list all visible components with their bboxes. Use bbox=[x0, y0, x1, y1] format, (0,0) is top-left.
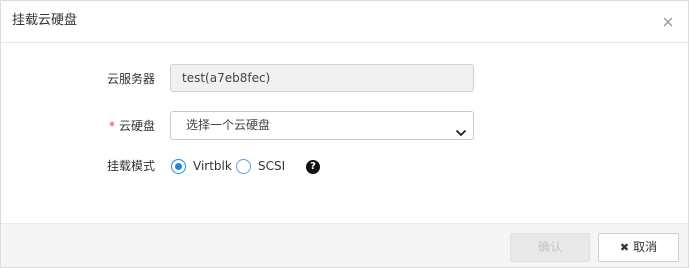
radio-scsi[interactable] bbox=[236, 159, 251, 174]
close-x-icon: ✖ bbox=[619, 241, 630, 254]
radio-virtblk-label[interactable]: Virtblk bbox=[193, 151, 232, 181]
cancel-button[interactable]: ✖ 取消 bbox=[598, 233, 679, 262]
dialog-footer: 确认 ✖ 取消 bbox=[1, 223, 688, 267]
disk-label-text: 云硬盘 bbox=[118, 119, 155, 133]
server-field: test(a7eb8fec) bbox=[170, 64, 474, 92]
disk-row: * 云硬盘 选择一个云硬盘 bbox=[1, 111, 688, 141]
mode-row: 挂载模式 Virtblk SCSI ? bbox=[1, 151, 688, 181]
server-row: 云服务器 test(a7eb8fec) bbox=[1, 64, 688, 94]
disk-select[interactable]: 选择一个云硬盘 bbox=[170, 111, 474, 140]
cancel-label: 取消 bbox=[633, 240, 658, 254]
mount-disk-dialog: 挂载云硬盘 云服务器 test(a7eb8fec) * 云硬盘 选择一个云硬盘 挂… bbox=[0, 0, 689, 268]
close-icon[interactable] bbox=[661, 15, 675, 29]
disk-select-placeholder: 选择一个云硬盘 bbox=[186, 118, 271, 132]
dialog-header: 挂载云硬盘 bbox=[1, 1, 688, 43]
chevron-down-icon bbox=[455, 121, 467, 137]
confirm-button[interactable]: 确认 bbox=[510, 233, 590, 262]
disk-label: * 云硬盘 bbox=[109, 111, 155, 141]
radio-scsi-label[interactable]: SCSI bbox=[258, 151, 285, 181]
question-circle-icon[interactable]: ? bbox=[306, 160, 320, 174]
dialog-title: 挂载云硬盘 bbox=[12, 13, 78, 28]
server-label: 云服务器 bbox=[106, 72, 155, 86]
mode-label: 挂载模式 bbox=[106, 159, 155, 173]
required-mark: * bbox=[108, 119, 115, 133]
radio-virtblk[interactable] bbox=[171, 159, 186, 174]
